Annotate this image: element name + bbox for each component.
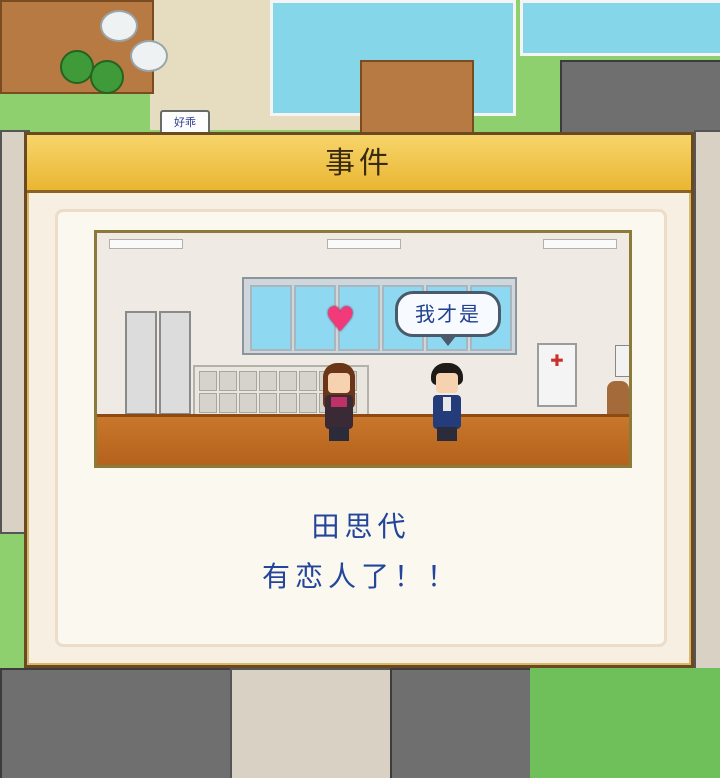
snow-tree — [130, 40, 168, 72]
ceiling-light — [327, 239, 401, 249]
window-pane — [250, 285, 292, 351]
wall-poster — [615, 345, 629, 377]
dialog-title: 事件 — [325, 146, 393, 181]
river — [520, 0, 720, 56]
speech-bubble: 我才是 — [395, 291, 501, 346]
wooden-floor — [97, 414, 629, 465]
first-aid-cabinet: ✚ — [537, 343, 577, 407]
event-text: 有恋人了！！ — [261, 560, 460, 593]
event-message: 田思代 有恋人了！！ — [58, 502, 664, 602]
snow-tree — [100, 10, 138, 42]
bottom-courtyard — [230, 668, 394, 778]
building-roof — [560, 60, 720, 134]
event-scene-image: ✚ ♥ 我才是 — [94, 230, 632, 468]
petting-zoo-pen — [360, 60, 474, 134]
locker — [125, 311, 157, 415]
right-building — [694, 130, 720, 674]
medical-cross-icon: ✚ — [550, 351, 564, 370]
tree — [90, 60, 124, 94]
event-content-panel: ✚ ♥ 我才是 田思代 有恋人了！！ — [55, 209, 667, 647]
student-name: 田思代 — [311, 510, 411, 543]
tree — [60, 50, 94, 84]
girl-character — [317, 363, 361, 441]
bottom-lawn — [530, 668, 720, 778]
ceiling-light — [543, 239, 617, 249]
bottom-left-building — [0, 668, 234, 778]
heart-icon: ♥ — [325, 300, 356, 340]
boy-character — [425, 363, 469, 441]
event-dialog[interactable]: 事件 ✚ ♥ 我才是 田思代 有恋人了！！ — [24, 132, 694, 668]
ceiling-light — [109, 239, 183, 249]
locker — [159, 311, 191, 415]
bottom-building — [390, 668, 534, 778]
